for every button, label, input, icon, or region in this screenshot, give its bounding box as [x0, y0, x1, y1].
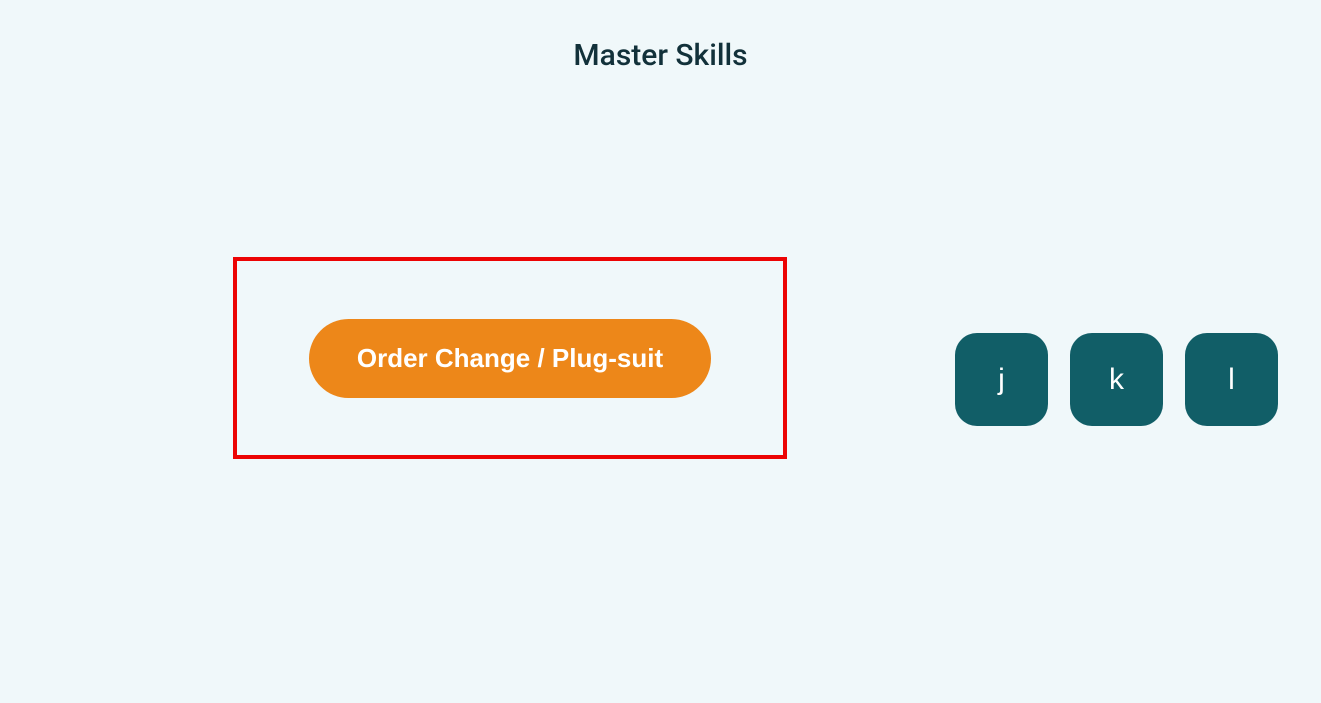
hotkey-row: j k l: [955, 333, 1278, 426]
order-change-button[interactable]: Order Change / Plug-suit: [309, 319, 711, 398]
hotkey-j-button[interactable]: j: [955, 333, 1048, 426]
hotkey-k-button[interactable]: k: [1070, 333, 1163, 426]
highlight-box: Order Change / Plug-suit: [233, 257, 787, 459]
page-title: Master Skills: [0, 38, 1321, 73]
hotkey-l-button[interactable]: l: [1185, 333, 1278, 426]
